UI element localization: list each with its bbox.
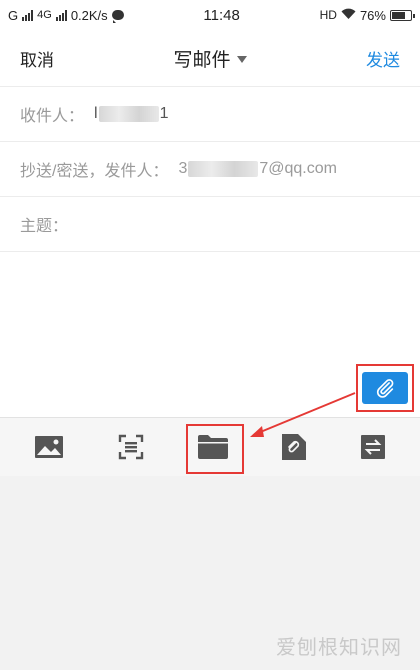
subject-label: 主题： xyxy=(20,218,69,235)
dropdown-arrow-icon xyxy=(236,55,247,63)
cc-bcc-field[interactable]: 抄送/密送，发件人： 3 7@qq.com xyxy=(0,142,420,197)
cc-value-start: 3 xyxy=(178,160,188,177)
to-label: 收件人： xyxy=(20,108,85,125)
bottom-panel: 爱刨根知识网 xyxy=(0,476,420,670)
transfer-button[interactable] xyxy=(356,430,390,464)
status-bar: G 4G 0.2K/s 11:48 HD 76% xyxy=(0,0,420,30)
transfer-icon xyxy=(361,435,385,459)
cc-value[interactable]: 3 7@qq.com xyxy=(178,160,337,178)
image-icon xyxy=(35,436,63,458)
file-button[interactable] xyxy=(196,430,230,464)
chat-icon xyxy=(111,10,124,23)
watermark-text: 爱刨根知识网 xyxy=(276,637,402,659)
network-label: 4G xyxy=(37,9,52,21)
subject-field[interactable]: 主题： xyxy=(0,197,420,252)
attachment-icon xyxy=(282,434,306,460)
to-value[interactable]: l 1 xyxy=(94,105,168,123)
attachment-toolbar xyxy=(0,417,420,477)
redacted-block xyxy=(188,161,259,177)
hd-label: HD xyxy=(319,8,337,22)
to-value-end: 1 xyxy=(159,105,169,122)
paperclip-icon xyxy=(376,379,394,398)
to-value-start: l xyxy=(94,105,98,122)
cancel-button[interactable]: 取消 xyxy=(20,46,54,71)
compose-title-text: 写邮件 xyxy=(173,49,231,71)
carrier-g-label: G xyxy=(8,7,19,23)
cc-label: 抄送/密送，发件人： xyxy=(20,163,169,180)
battery-percent: 76% xyxy=(359,7,386,23)
redacted-block xyxy=(98,106,159,122)
email-body[interactable] xyxy=(0,245,420,417)
status-time: 11:48 xyxy=(203,6,240,24)
compose-title[interactable]: 写邮件 xyxy=(173,45,247,72)
cc-value-end: 7@qq.com xyxy=(259,160,337,177)
folder-icon xyxy=(198,435,228,459)
send-button[interactable]: 发送 xyxy=(366,46,400,71)
wifi-icon xyxy=(341,8,356,23)
battery-level xyxy=(391,11,405,19)
to-field[interactable]: 收件人： l 1 xyxy=(0,87,420,142)
signal-icon-2 xyxy=(55,9,67,21)
signal-icon xyxy=(22,9,34,21)
image-button[interactable] xyxy=(32,430,66,464)
compose-header: 取消 写邮件 发送 xyxy=(0,30,420,87)
scan-icon xyxy=(118,434,144,460)
battery-icon xyxy=(389,9,415,21)
scan-button[interactable] xyxy=(114,430,148,464)
speed-label: 0.2K/s xyxy=(70,7,108,23)
status-right: HD 76% xyxy=(319,7,415,23)
attach-button[interactable] xyxy=(362,372,408,404)
attachment-file-button[interactable] xyxy=(276,430,310,464)
status-left: G 4G 0.2K/s xyxy=(8,8,124,23)
